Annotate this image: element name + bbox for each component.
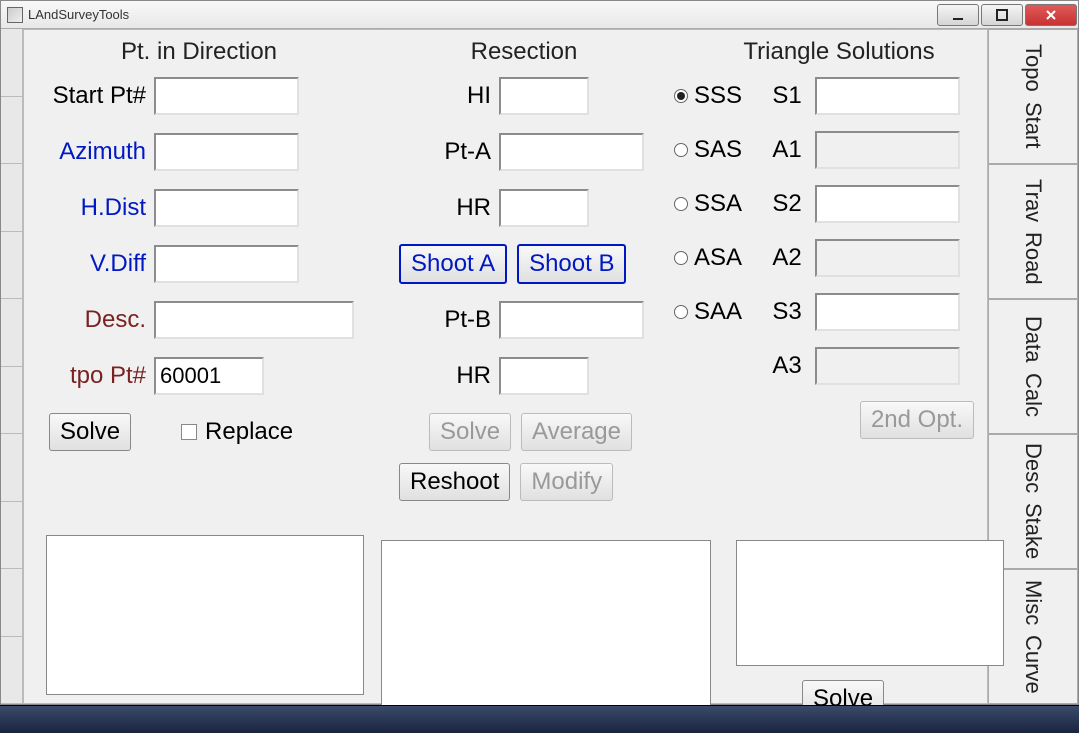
left-tab[interactable] — [1, 502, 22, 570]
left-tab[interactable] — [1, 164, 22, 232]
left-tab[interactable] — [1, 299, 22, 367]
left-tab-strip — [1, 29, 23, 704]
left-tab[interactable] — [1, 637, 22, 705]
maximize-button[interactable] — [981, 4, 1023, 26]
desc-input[interactable] — [154, 301, 354, 339]
shoot-b-button[interactable]: Shoot B — [517, 244, 626, 284]
hi-label: HI — [379, 82, 499, 110]
radio-icon — [674, 305, 688, 319]
radio-icon — [674, 197, 688, 211]
a1-input[interactable] — [815, 131, 960, 169]
hi-input[interactable] — [499, 77, 589, 115]
left-tab[interactable] — [1, 367, 22, 435]
s3-input[interactable] — [815, 293, 960, 331]
radio-icon — [674, 89, 688, 103]
resection-solve-button[interactable]: Solve — [429, 413, 511, 451]
azimuth-label: Azimuth — [34, 138, 154, 166]
hr-b-label: HR — [379, 362, 499, 390]
tpo-pt-input[interactable] — [154, 357, 264, 395]
a2-label: A2 — [769, 244, 805, 272]
pt-b-input[interactable] — [499, 301, 644, 339]
average-button[interactable]: Average — [521, 413, 632, 451]
tpo-pt-label: tpo Pt# — [34, 362, 154, 390]
s1-label: S1 — [769, 82, 805, 110]
app-icon — [7, 7, 23, 23]
a1-label: A1 — [769, 136, 805, 164]
replace-checkbox[interactable]: Replace — [181, 418, 293, 446]
hr-a-input[interactable] — [499, 189, 589, 227]
start-pt-label: Start Pt# — [34, 82, 154, 110]
hdist-input[interactable] — [154, 189, 299, 227]
s3-label: S3 — [769, 298, 805, 326]
radio-sas[interactable]: SAS — [674, 136, 759, 164]
left-tab[interactable] — [1, 232, 22, 300]
client-area: Pt. in Direction Start Pt# Azimuth H.Dis… — [1, 29, 1078, 704]
hdist-label: H.Dist — [34, 194, 154, 222]
pt-a-label: Pt-A — [379, 138, 499, 166]
pt-output-box[interactable] — [46, 535, 364, 695]
radio-asa[interactable]: ASA — [674, 244, 759, 272]
pt-b-label: Pt-B — [379, 306, 499, 334]
pt-solve-button[interactable]: Solve — [49, 413, 131, 451]
left-tab[interactable] — [1, 97, 22, 165]
start-pt-input[interactable] — [154, 77, 299, 115]
hr-b-input[interactable] — [499, 357, 589, 395]
a3-label: A3 — [769, 352, 805, 380]
pt-direction-section: Pt. in Direction Start Pt# Azimuth H.Dis… — [34, 38, 364, 468]
s1-input[interactable] — [815, 77, 960, 115]
modify-button[interactable]: Modify — [520, 463, 613, 501]
vdiff-label: V.Diff — [34, 250, 154, 278]
triangle-output-box[interactable] — [736, 540, 1004, 666]
s2-input[interactable] — [815, 185, 960, 223]
radio-ssa[interactable]: SSA — [674, 190, 759, 218]
resection-section: Resection HI Pt-A HR Shoot A Shoot B — [379, 38, 669, 518]
pt-a-input[interactable] — [499, 133, 644, 171]
close-button[interactable] — [1025, 4, 1077, 26]
s2-label: S2 — [769, 190, 805, 218]
minimize-button[interactable] — [937, 4, 979, 26]
radio-sss[interactable]: SSS — [674, 82, 759, 110]
triangle-section: Triangle Solutions SSS S1 SAS A1 SSA S2 — [674, 38, 1004, 454]
triangle-title: Triangle Solutions — [674, 38, 1004, 66]
pt-direction-title: Pt. in Direction — [34, 38, 364, 66]
radio-icon — [674, 143, 688, 157]
resection-output-box[interactable] — [381, 540, 711, 720]
left-tab[interactable] — [1, 569, 22, 637]
taskbar[interactable] — [0, 705, 1079, 733]
replace-label: Replace — [205, 418, 293, 446]
azimuth-input[interactable] — [154, 133, 299, 171]
hr-a-label: HR — [379, 194, 499, 222]
a2-input[interactable] — [815, 239, 960, 277]
radio-icon — [674, 251, 688, 265]
checkbox-icon — [181, 424, 197, 440]
radio-saa[interactable]: SAA — [674, 298, 759, 326]
reshoot-button[interactable]: Reshoot — [399, 463, 510, 501]
left-tab[interactable] — [1, 29, 22, 97]
second-opt-button[interactable]: 2nd Opt. — [860, 401, 974, 439]
titlebar[interactable]: LAndSurveyTools — [1, 1, 1078, 29]
resection-title: Resection — [379, 38, 669, 66]
content-panel: Pt. in Direction Start Pt# Azimuth H.Dis… — [23, 29, 988, 704]
window-title: LAndSurveyTools — [28, 7, 129, 22]
desc-label: Desc. — [34, 306, 154, 334]
a3-input[interactable] — [815, 347, 960, 385]
shoot-a-button[interactable]: Shoot A — [399, 244, 507, 284]
vdiff-input[interactable] — [154, 245, 299, 283]
left-tab[interactable] — [1, 434, 22, 502]
app-window: LAndSurveyTools Pt. in Dire — [0, 0, 1079, 705]
